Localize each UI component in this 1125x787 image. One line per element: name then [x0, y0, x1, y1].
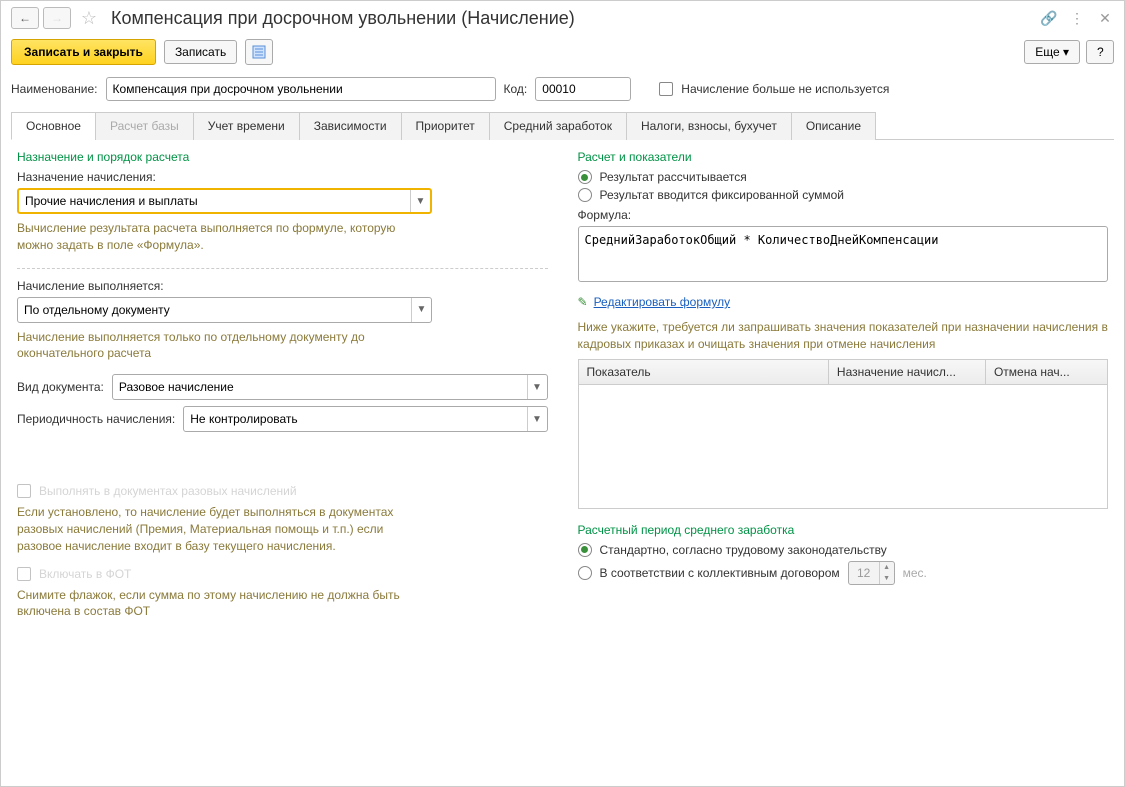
code-input[interactable]: [535, 77, 631, 101]
more-button-label: Еще: [1035, 45, 1059, 59]
cb1-label: Выполнять в документах разовых начислени…: [39, 484, 297, 498]
doc-type-combo-input[interactable]: [113, 375, 527, 399]
nav-forward-button[interactable]: →: [43, 7, 71, 29]
chevron-down-icon[interactable]: ▼: [411, 298, 431, 322]
purpose-combo-input[interactable]: [19, 190, 410, 212]
purpose-label: Назначение начисления:: [17, 170, 548, 184]
months-suffix: мес.: [903, 566, 927, 580]
performed-combo-input[interactable]: [18, 298, 411, 322]
radio-result-calc-label: Результат рассчитывается: [600, 170, 747, 184]
radio-result-fixed-label: Результат вводится фиксированной суммой: [600, 188, 844, 202]
close-icon[interactable]: ✕: [1096, 9, 1114, 27]
cb1-hint: Если установлено, то начисление будет вы…: [17, 504, 417, 554]
spinner-down-icon[interactable]: ▼: [880, 573, 894, 584]
th-indicator[interactable]: Показатель: [579, 360, 829, 384]
formula-label: Формула:: [578, 208, 1109, 222]
performed-hint: Начисление выполняется только по отдельн…: [17, 329, 417, 363]
cb2-label: Включать в ФОТ: [39, 567, 131, 581]
code-label: Код:: [504, 82, 528, 96]
kebab-menu-icon[interactable]: ⋮: [1068, 9, 1086, 27]
purpose-hint: Вычисление результата расчета выполняетс…: [17, 220, 417, 254]
section-purpose-title: Назначение и порядок расчета: [17, 150, 548, 164]
tab-base[interactable]: Расчет базы: [95, 112, 194, 140]
performed-combo[interactable]: ▼: [17, 297, 432, 323]
radio-result-calc[interactable]: [578, 170, 592, 184]
periodicity-combo-input[interactable]: [184, 407, 526, 431]
more-button[interactable]: Еще ▾: [1024, 40, 1080, 64]
radio-result-fixed[interactable]: [578, 188, 592, 202]
tab-dependencies[interactable]: Зависимости: [299, 112, 402, 140]
doc-type-combo[interactable]: ▼: [112, 374, 548, 400]
tab-time[interactable]: Учет времени: [193, 112, 300, 140]
tabs-bar: Основное Расчет базы Учет времени Зависи…: [11, 111, 1114, 140]
radio-period-standard[interactable]: [578, 543, 592, 557]
link-icon[interactable]: 🔗: [1040, 9, 1058, 27]
name-input[interactable]: [106, 77, 496, 101]
cb-perform-in-single-docs: [17, 484, 31, 498]
window-title: Компенсация при досрочном увольнении (На…: [111, 8, 575, 29]
section-period-title: Расчетный период среднего заработка: [578, 523, 1109, 537]
chevron-down-icon[interactable]: ▼: [410, 190, 430, 212]
section-calc-title: Расчет и показатели: [578, 150, 1109, 164]
chevron-down-icon[interactable]: ▼: [527, 407, 547, 431]
radio-period-collective[interactable]: [578, 566, 592, 580]
periodicity-combo[interactable]: ▼: [183, 406, 547, 432]
edit-formula-link[interactable]: Редактировать формулу: [594, 295, 731, 309]
report-icon-button[interactable]: [245, 39, 273, 65]
performed-label: Начисление выполняется:: [17, 279, 548, 293]
save-and-close-button[interactable]: Записать и закрыть: [11, 39, 156, 65]
separator: [17, 268, 548, 269]
spinner-up-icon[interactable]: ▲: [880, 562, 894, 573]
tab-priority[interactable]: Приоритет: [401, 112, 490, 140]
nav-back-button[interactable]: ←: [11, 7, 39, 29]
radio-period-collective-label: В соответствии с коллективным договором: [600, 566, 840, 580]
radio-period-standard-label: Стандартно, согласно трудовому законодат…: [600, 543, 887, 557]
save-button[interactable]: Записать: [164, 40, 237, 64]
chevron-down-icon[interactable]: ▼: [527, 375, 547, 399]
th-assign[interactable]: Назначение начисл...: [829, 360, 986, 384]
favorite-star-icon[interactable]: ☆: [79, 8, 99, 28]
indicators-table[interactable]: Показатель Назначение начисл... Отмена н…: [578, 359, 1109, 509]
months-spinner[interactable]: ▲ ▼: [848, 561, 895, 585]
help-button[interactable]: ?: [1086, 40, 1114, 64]
doc-type-label: Вид документа:: [17, 380, 104, 394]
cb2-hint: Снимите флажок, если сумма по этому начи…: [17, 587, 417, 621]
not-used-checkbox[interactable]: [659, 82, 673, 96]
th-cancel[interactable]: Отмена нач...: [986, 360, 1107, 384]
periodicity-label: Периодичность начисления:: [17, 412, 175, 426]
pencil-icon: ✎: [578, 295, 588, 309]
months-input: [849, 562, 879, 584]
name-label: Наименование:: [11, 82, 98, 96]
cb-include-fot: [17, 567, 31, 581]
tab-taxes[interactable]: Налоги, взносы, бухучет: [626, 112, 792, 140]
tab-average[interactable]: Средний заработок: [489, 112, 627, 140]
table-hint: Ниже укажите, требуется ли запрашивать з…: [578, 319, 1109, 353]
purpose-combo[interactable]: ▼: [17, 188, 432, 214]
tab-main[interactable]: Основное: [11, 112, 96, 140]
formula-textarea[interactable]: СреднийЗаработокОбщий * КоличествоДнейКо…: [578, 226, 1109, 282]
not-used-label: Начисление больше не используется: [681, 82, 889, 96]
tab-description[interactable]: Описание: [791, 112, 876, 140]
